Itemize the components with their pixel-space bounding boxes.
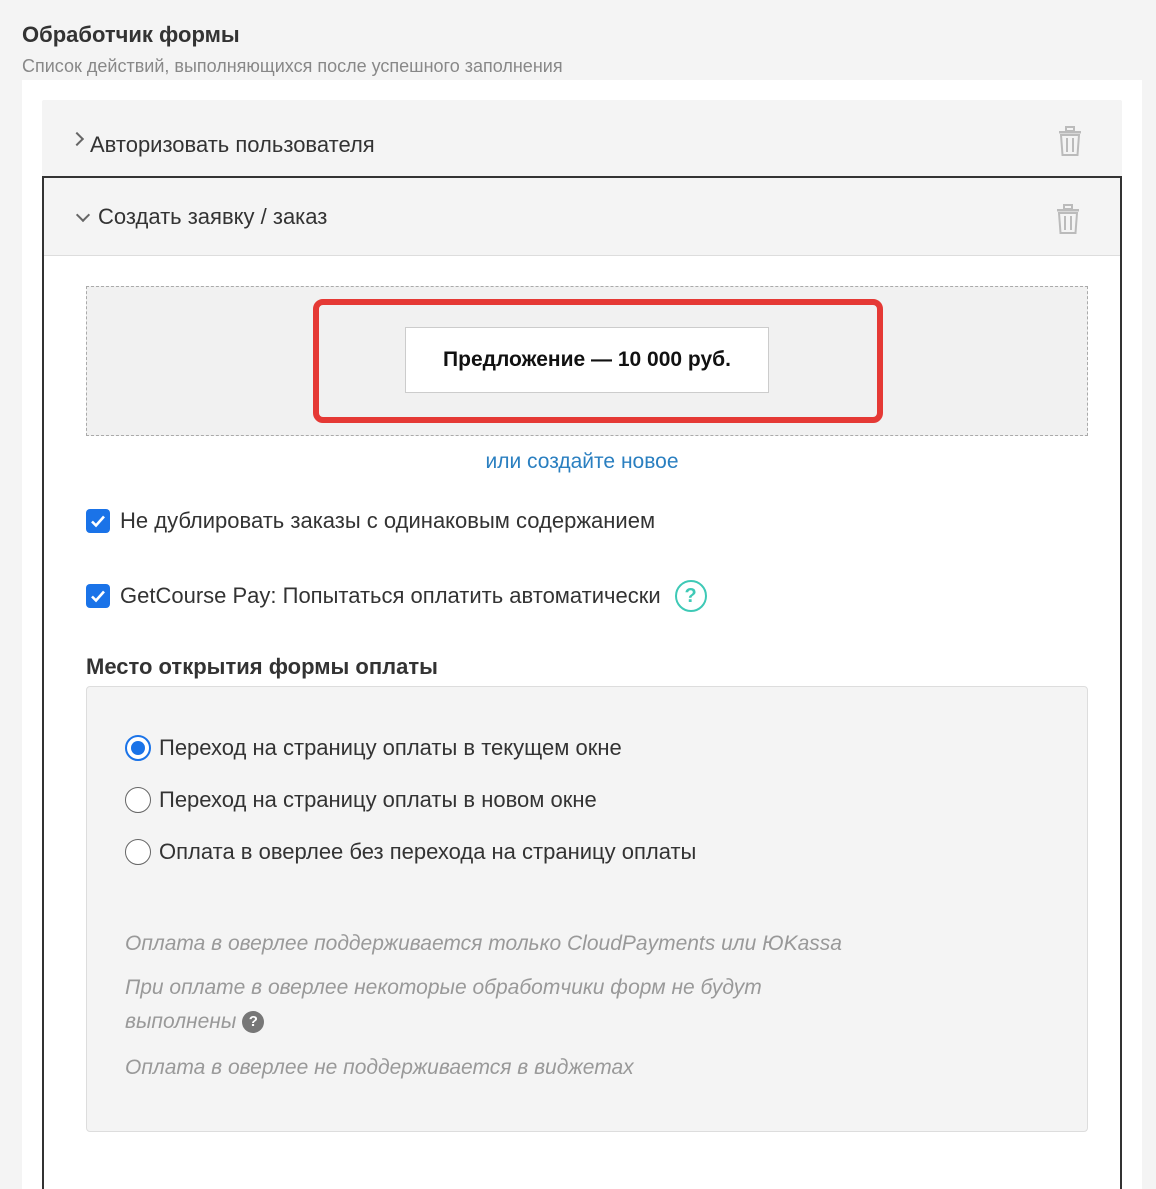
payment-place-box: Переход на страницу оплаты в текущем окн… [86,686,1088,1132]
payment-option-new-window[interactable]: Переход на страницу оплаты в новом окне [125,787,597,813]
action-create-order: Создать заявку / заказ Предложение — 10 … [42,176,1122,1189]
section-title: Обработчик формы [22,22,240,47]
offer-drop-zone[interactable]: Предложение — 10 000 руб. [86,286,1088,436]
chevron-down-icon [75,207,91,223]
overlay-note-handlers-text: При оплате в оверлее некоторые обработчи… [125,976,762,1033]
action-header[interactable]: Создать заявку / заказ [44,178,1120,256]
no-duplicates-row[interactable]: Не дублировать заказы с одинаковым содер… [86,508,655,534]
trash-icon[interactable] [1058,126,1082,156]
no-duplicates-checkbox[interactable] [86,509,110,533]
overlay-note-handlers: При оплате в оверлее некоторые обработчи… [125,971,845,1039]
chevron-right-icon [69,131,85,147]
action-label: Авторизовать пользователя [90,132,375,157]
payment-option-label: Переход на страницу оплаты в новом окне [159,787,597,812]
checkmark-icon [91,515,105,528]
section-subtitle: Список действий, выполняющихся после усп… [22,56,563,76]
question-icon[interactable]: ? [242,1011,265,1034]
payment-option-overlay[interactable]: Оплата в оверлее без перехода на страниц… [125,839,696,865]
overlay-note-providers: Оплата в оверлее поддерживается только C… [125,932,842,955]
radio-overlay[interactable] [125,839,151,865]
payment-option-current-window[interactable]: Переход на страницу оплаты в текущем окн… [125,735,622,761]
payment-option-label: Переход на страницу оплаты в текущем окн… [159,735,622,760]
create-new-offer-link[interactable]: или создайте новое [44,450,1120,474]
gc-pay-row[interactable]: GetCourse Pay: Попытаться оплатить автом… [86,580,707,612]
overlay-note-widgets: Оплата в оверлее не поддерживается в вид… [125,1056,634,1079]
action-authorize-user[interactable]: Авторизовать пользователя [42,100,1122,178]
gc-pay-label: GetCourse Pay: Попытаться оплатить автом… [120,583,661,608]
trash-icon[interactable] [1056,204,1080,234]
radio-new-window[interactable] [125,787,151,813]
radio-current-window[interactable] [125,735,151,761]
gc-pay-checkbox[interactable] [86,584,110,608]
no-duplicates-label: Не дублировать заказы с одинаковым содер… [120,508,656,533]
payment-option-label: Оплата в оверлее без перехода на страниц… [159,839,697,864]
question-circle-icon[interactable]: ? [674,580,707,612]
checkmark-icon [91,590,105,603]
action-label: Создать заявку / заказ [98,204,328,229]
payment-place-title: Место открытия формы оплаты [86,654,438,679]
offer-chip[interactable]: Предложение — 10 000 руб. [405,327,769,393]
form-handler-panel: Авторизовать пользователя Создать заявку… [22,80,1142,1189]
